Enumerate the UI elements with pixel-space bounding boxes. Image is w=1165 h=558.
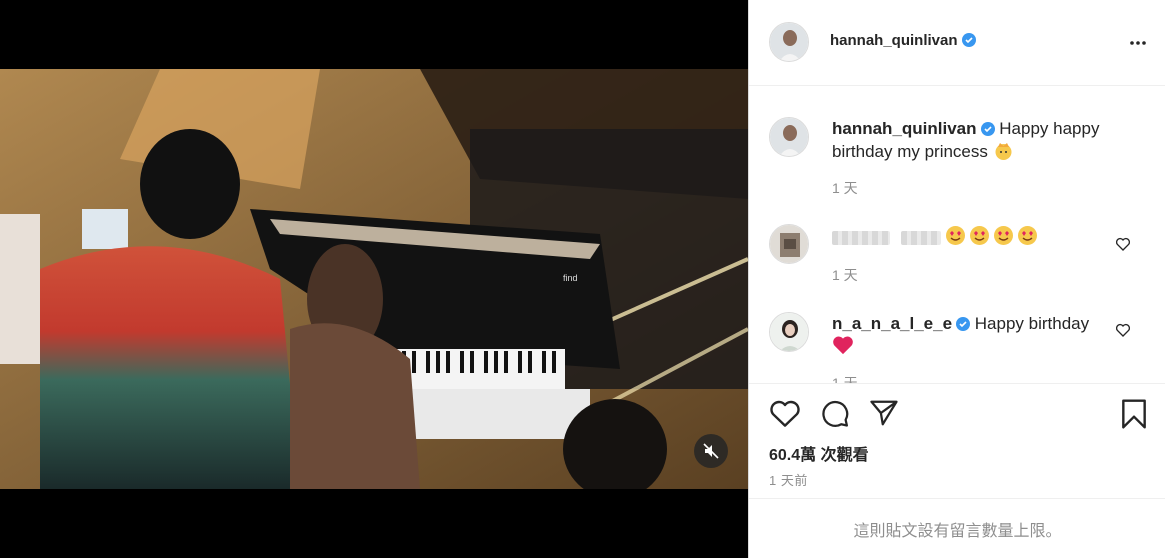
blurred-avatar-image — [770, 225, 808, 263]
comments-list[interactable]: hannah_quinlivan Happy happy birthday my… — [749, 87, 1165, 383]
heart-eyes-emoji-icon — [970, 226, 990, 245]
speaker-muted-icon — [703, 443, 719, 459]
verified-badge-icon — [980, 122, 995, 136]
bookmark-icon — [1122, 399, 1146, 429]
like-comment-button[interactable] — [1115, 236, 1131, 257]
author-username-row[interactable]: hannah_quinlivan — [830, 32, 976, 49]
comment-avatar[interactable] — [769, 312, 809, 352]
post-actions: 60.4萬 次觀看 1 天前 — [749, 383, 1165, 498]
piano-brand-text: find — [563, 273, 578, 283]
avatar-image — [770, 313, 808, 351]
caption-username[interactable]: hannah_quinlivan — [832, 119, 977, 138]
heart-eyes-emoji-icon — [994, 226, 1014, 245]
verified-badge-icon — [961, 33, 976, 47]
like-comment-button[interactable] — [1115, 322, 1131, 343]
post-media: find — [0, 0, 748, 558]
comment-blurred-text — [832, 225, 1041, 248]
red-heart-emoji-icon — [833, 336, 853, 355]
author-avatar[interactable] — [769, 22, 809, 62]
paper-plane-icon — [870, 400, 898, 426]
comment-body: Happy birthday — [974, 314, 1090, 333]
caption-avatar[interactable] — [769, 117, 809, 157]
save-button[interactable] — [1120, 398, 1148, 435]
mute-toggle-button[interactable] — [694, 434, 728, 468]
princess-emoji-icon — [995, 143, 1012, 160]
more-options-button[interactable] — [1128, 33, 1148, 58]
heart-outline-icon — [1115, 237, 1131, 251]
more-dots-icon — [1130, 41, 1146, 45]
avatar-image — [770, 118, 808, 156]
share-button[interactable] — [868, 398, 900, 433]
caption-text: hannah_quinlivan Happy happy birthday my… — [832, 117, 1132, 163]
comment-bubble-icon — [822, 400, 849, 427]
comment-text: n_a_n_a_l_e_e Happy birthday — [832, 312, 1102, 358]
heart-outline-icon — [770, 400, 800, 427]
heart-eyes-emoji-icon — [1018, 226, 1038, 245]
post-timestamp[interactable]: 1 天前 — [769, 470, 808, 489]
comment-time: 1 天 — [832, 267, 858, 283]
author-username[interactable]: hannah_quinlivan — [830, 32, 958, 49]
heart-outline-icon — [1115, 323, 1131, 337]
comment-button[interactable] — [819, 398, 851, 433]
verified-badge-icon — [956, 317, 971, 331]
caption-time: 1 天 — [832, 180, 858, 196]
video-frame: find — [0, 69, 748, 489]
avatar-image — [770, 23, 808, 61]
post-header: hannah_quinlivan — [749, 0, 1165, 86]
comments-limited-notice: 這則貼文設有留言數量上限。 — [749, 498, 1165, 558]
post-side-panel: hannah_quinlivan hannah_quinlivan Happy … — [748, 0, 1165, 558]
view-count[interactable]: 60.4萬 次觀看 — [769, 441, 869, 465]
comment-username[interactable]: n_a_n_a_l_e_e — [832, 314, 952, 333]
like-button[interactable] — [769, 398, 801, 433]
heart-eyes-emoji-icon — [946, 226, 966, 245]
blurred-username-part — [900, 230, 941, 245]
comment-avatar[interactable] — [769, 224, 809, 264]
comment-time: 1 天 — [832, 375, 858, 383]
blurred-username — [832, 230, 890, 245]
post-video[interactable]: find — [0, 69, 748, 489]
